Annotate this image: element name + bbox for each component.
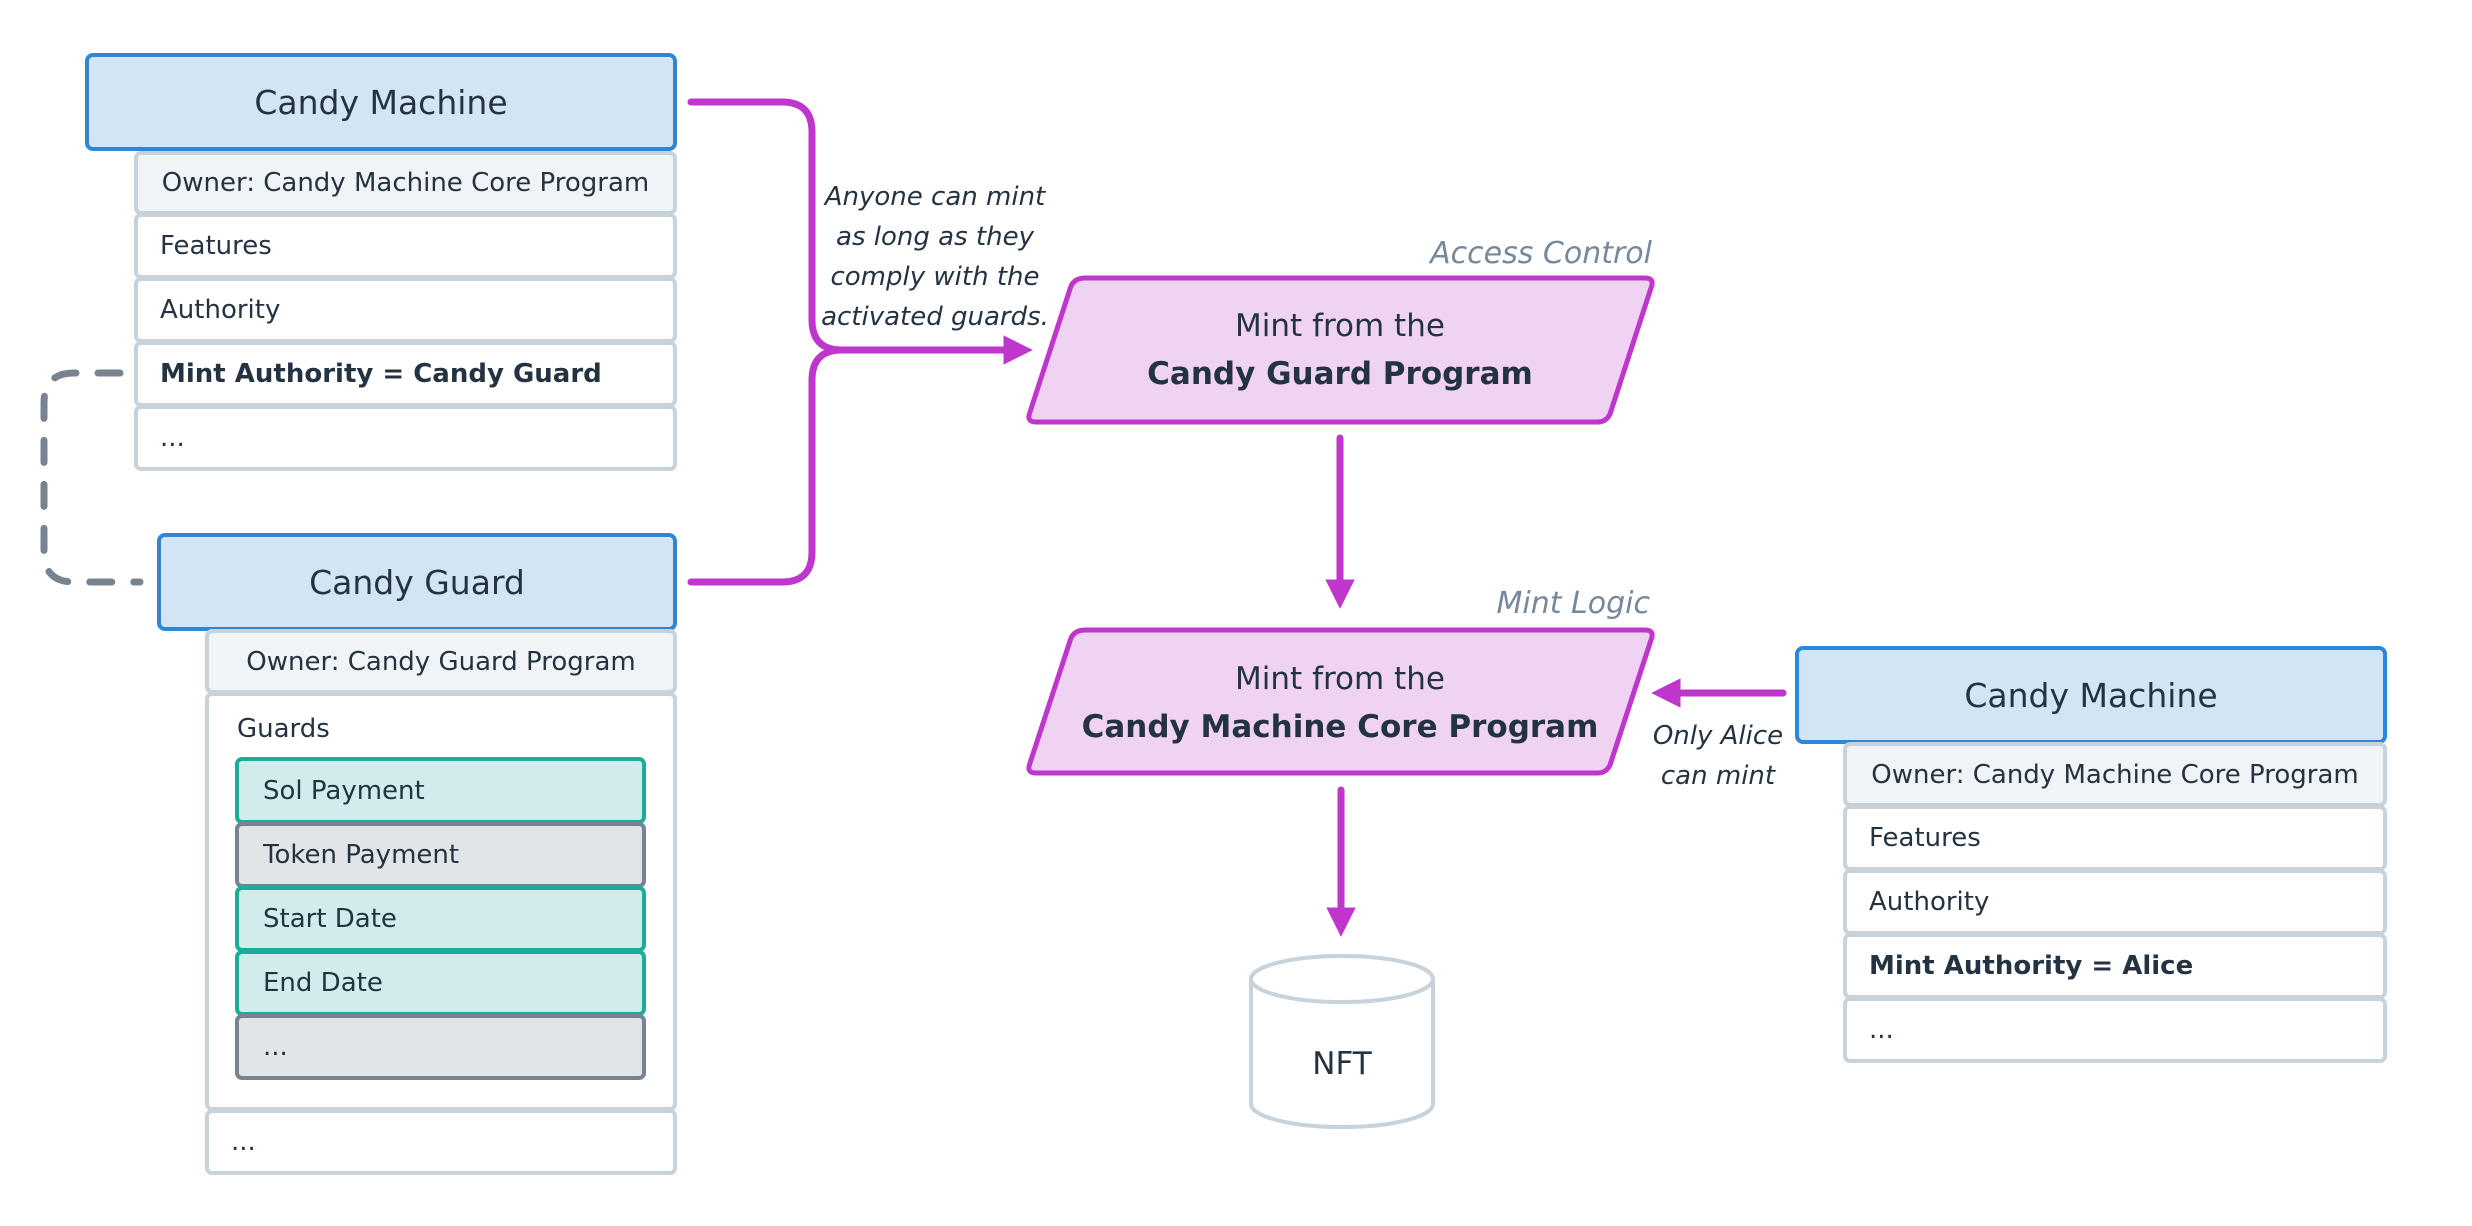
annotation-line: activated guards. [821, 302, 1049, 332]
row-label: Mint Authority = Candy Guard [160, 359, 602, 389]
guard-label: End Date [263, 968, 383, 998]
guard-label: ... [263, 1032, 288, 1062]
owner-label: Owner: Candy Guard Program [246, 646, 636, 677]
row-label: Authority [1869, 887, 1990, 917]
left-candy-machine-row-authority: Authority [134, 277, 677, 343]
guards-label: Guards [237, 714, 330, 744]
node-line2: Candy Machine Core Program [1081, 709, 1599, 745]
right-candy-machine-row-more: ... [1843, 997, 2387, 1063]
left-candy-machine-row-more: ... [134, 405, 677, 471]
annotation-line: Only Alice [1652, 721, 1784, 751]
right-candy-machine-title: Candy Machine [1964, 675, 2218, 715]
node-line2: Candy Guard Program [1147, 356, 1533, 392]
left-candy-machine-row-mint-authority: Mint Authority = Candy Guard [134, 341, 677, 407]
guard-token-payment[interactable]: Token Payment [235, 822, 646, 888]
mint-authority-link [40, 369, 144, 586]
guard-more[interactable]: ... [235, 1014, 646, 1080]
node-line1: Mint from the [1235, 308, 1445, 344]
right-candy-machine-row-features: Features [1843, 805, 2387, 871]
guard-end-date[interactable]: End Date [235, 950, 646, 1016]
row-label: Features [1869, 823, 1981, 853]
nft-database-icon [1249, 954, 1435, 1129]
node-line1: Mint from the [1235, 661, 1445, 697]
left-candy-machine-row-features: Features [134, 213, 677, 279]
left-candy-machine-header[interactable]: Candy Machine [85, 53, 677, 151]
candy-guard-header[interactable]: Candy Guard [157, 533, 677, 631]
row-label: Authority [160, 295, 281, 325]
row-label: ... [1869, 1015, 1894, 1045]
right-candy-machine-owner-row: Owner: Candy Machine Core Program [1843, 742, 2387, 807]
annotation-line: can mint [1660, 761, 1776, 791]
right-candy-machine-row-authority: Authority [1843, 869, 2387, 935]
mint-logic-tag: Mint Logic [1496, 586, 1650, 621]
row-label: Mint Authority = Alice [1869, 951, 2194, 981]
right-candy-machine-header[interactable]: Candy Machine [1795, 646, 2387, 744]
guard-label: Sol Payment [263, 775, 425, 806]
row-label: ... [160, 423, 185, 453]
candy-guard-owner-row: Owner: Candy Guard Program [205, 629, 677, 694]
guard-label: Start Date [263, 904, 397, 934]
access-control-node[interactable]: Mint from the Candy Guard Program [1060, 302, 1620, 398]
row-label: Features [160, 231, 272, 261]
mint-logic-node[interactable]: Mint from the Candy Machine Core Program [1060, 655, 1620, 751]
access-control-tag: Access Control [1430, 236, 1652, 271]
annotation-line: comply with the [830, 262, 1040, 292]
left-candy-machine-title: Candy Machine [254, 82, 508, 122]
annotation-line: as long as they [836, 222, 1034, 252]
candy-guard-connector [687, 346, 846, 586]
guard-sol-payment[interactable]: Sol Payment [235, 757, 646, 824]
guard-label: Token Payment [263, 840, 460, 870]
candy-guard-row-more: ... [205, 1109, 677, 1175]
left-candy-machine-owner-row: Owner: Candy Machine Core Program [134, 151, 677, 215]
annotation-line: Anyone can mint [824, 182, 1046, 212]
owner-label: Owner: Candy Machine Core Program [1871, 759, 2359, 790]
guard-start-date[interactable]: Start Date [235, 886, 646, 952]
owner-label: Owner: Candy Machine Core Program [161, 168, 650, 198]
nft-label: NFT [1312, 1046, 1372, 1082]
candy-guard-title: Candy Guard [309, 562, 525, 602]
row-label: ... [231, 1127, 256, 1157]
anyone-can-mint-annotation: Anyone can mint as long as they comply w… [820, 177, 1050, 337]
only-alice-annotation: Only Alice can mint [1648, 716, 1788, 796]
right-candy-machine-row-mint-authority: Mint Authority = Alice [1843, 933, 2387, 999]
